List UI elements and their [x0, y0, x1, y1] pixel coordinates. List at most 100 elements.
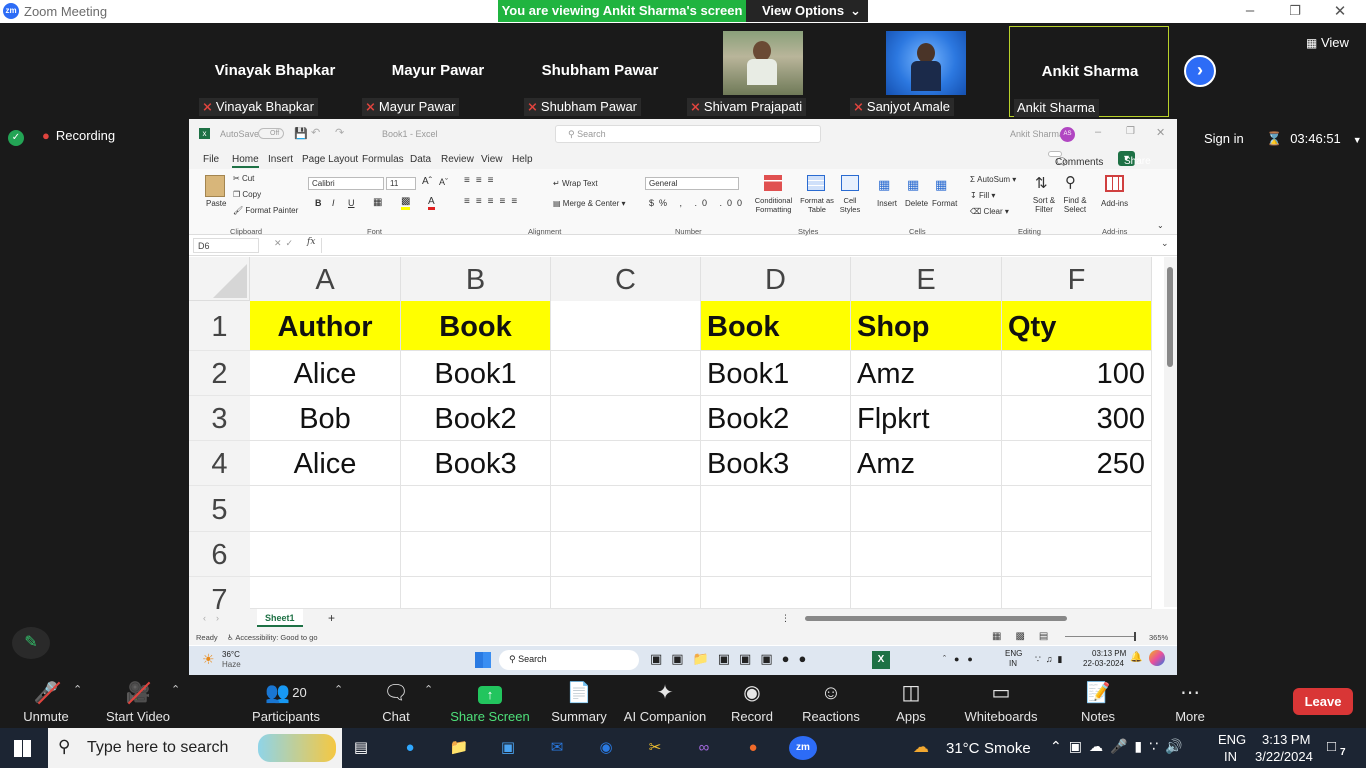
- tab-view[interactable]: View: [481, 154, 503, 165]
- meeting-timer[interactable]: ⌛ 03:46:51 ▼: [1266, 131, 1362, 147]
- cell-b4[interactable]: Book3: [401, 441, 551, 486]
- cell-e4[interactable]: Amz: [851, 441, 1002, 486]
- conditional-formatting-label[interactable]: Conditional Formatting: [751, 196, 796, 214]
- share-button[interactable]: Share ▾: [1118, 151, 1151, 167]
- whiteboards-button[interactable]: ▭ Whiteboards: [962, 681, 1040, 724]
- cell-a1[interactable]: Author: [250, 301, 401, 351]
- tab-data[interactable]: Data: [410, 154, 431, 165]
- cell-empty[interactable]: [401, 486, 551, 532]
- view-options-button[interactable]: View Options ⌄: [746, 0, 868, 22]
- cell-empty[interactable]: [701, 577, 851, 609]
- task-view-icon[interactable]: ▤: [348, 736, 374, 760]
- cell-empty[interactable]: [1002, 486, 1152, 532]
- column-header-d[interactable]: D: [701, 257, 851, 301]
- taskbar-region[interactable]: IN: [1224, 749, 1237, 764]
- unmute-button[interactable]: 🎤 Unmute: [12, 681, 80, 724]
- cell-empty[interactable]: [401, 532, 551, 577]
- cell-empty[interactable]: [701, 486, 851, 532]
- ai-companion-button[interactable]: ✦ AI Companion: [622, 681, 708, 724]
- redo-icon[interactable]: ↷: [335, 126, 344, 139]
- tab-page-layout[interactable]: Page Layout: [302, 154, 358, 165]
- visual-studio-icon[interactable]: ∞: [691, 736, 717, 760]
- view-mode-icons[interactable]: ▦▩▤: [992, 631, 1062, 642]
- remote-taskbar-apps[interactable]: ▣▣📁▣▣▣●●: [650, 651, 815, 667]
- fill-button[interactable]: ↧ Fill ▾: [970, 191, 995, 200]
- zoom-level[interactable]: 365%: [1149, 633, 1168, 642]
- autosave-toggle[interactable]: Off: [258, 128, 284, 139]
- close-icon[interactable]: ✕: [1330, 2, 1350, 20]
- tab-help[interactable]: Help: [512, 154, 533, 165]
- formula-input[interactable]: [321, 238, 1157, 253]
- sheet-tab-sheet1[interactable]: Sheet1: [257, 609, 303, 627]
- tab-review[interactable]: Review: [441, 154, 474, 165]
- insert-cells-label[interactable]: Insert: [877, 199, 897, 208]
- cell-a2[interactable]: Alice: [250, 351, 401, 396]
- font-name-select[interactable]: Calibri: [308, 177, 384, 190]
- tab-split-handle-icon[interactable]: ⋮: [781, 613, 790, 624]
- zoom-app-icon[interactable]: zm: [789, 736, 817, 760]
- mail-icon[interactable]: ✉: [544, 736, 570, 760]
- participant-tile[interactable]: Mayur Pawar ⨯ Mayur Pawar: [358, 26, 518, 117]
- recording-indicator[interactable]: ✓ ● Recording: [8, 128, 115, 146]
- select-all-corner[interactable]: [189, 257, 250, 301]
- zoom-slider-thumb[interactable]: [1134, 632, 1136, 641]
- restore-icon[interactable]: ❐: [1126, 126, 1135, 137]
- cell-c3[interactable]: [551, 396, 701, 441]
- taskbar-weather-temp[interactable]: 31°C: [946, 740, 980, 757]
- font-grow-icon[interactable]: Aˆ: [422, 176, 432, 187]
- remote-region[interactable]: IN: [1009, 659, 1017, 668]
- system-tray-icons[interactable]: ⌃▣☁🎤▮∵🔊: [1050, 738, 1189, 755]
- cell-f4[interactable]: 250: [1002, 441, 1152, 486]
- format-as-table-label[interactable]: Format as Table: [797, 196, 837, 214]
- bell-icon[interactable]: 🔔: [1130, 652, 1142, 663]
- leave-button[interactable]: Leave: [1293, 688, 1353, 715]
- avatar[interactable]: AS: [1060, 127, 1075, 142]
- font-color-icon[interactable]: A: [428, 196, 435, 210]
- summary-button[interactable]: 📄 Summary: [546, 681, 612, 724]
- audio-options-icon[interactable]: ⌃: [73, 683, 82, 696]
- horizontal-scrollbar[interactable]: [799, 615, 1157, 623]
- format-painter-button[interactable]: 🖌 Format Painter: [233, 206, 298, 215]
- horizontal-align-icons[interactable]: ≡≡≡≡≡: [464, 196, 523, 207]
- zoom-slider[interactable]: [1065, 636, 1135, 637]
- find-select-label[interactable]: Find & Select: [1059, 196, 1091, 214]
- notes-button[interactable]: 📝 Notes: [1074, 681, 1122, 724]
- accessibility-status[interactable]: ♿ Accessibility: Good to go: [227, 633, 318, 642]
- font-size-select[interactable]: 11: [386, 177, 416, 190]
- format-cells-label[interactable]: Format: [932, 199, 957, 208]
- cell-styles-label[interactable]: Cell Styles: [835, 196, 865, 214]
- column-header-c[interactable]: C: [551, 257, 701, 301]
- view-button[interactable]: ▦ View: [1306, 35, 1349, 50]
- remote-time[interactable]: 03:13 PM: [1092, 649, 1126, 658]
- undo-icon[interactable]: ↶: [311, 126, 320, 139]
- cut-button[interactable]: ✂ Cut: [233, 174, 254, 183]
- cell-f1[interactable]: Qty: [1002, 301, 1152, 351]
- add-sheet-icon[interactable]: +: [328, 611, 335, 625]
- taskbar-weather-desc[interactable]: Smoke: [984, 740, 1031, 757]
- autosum-button[interactable]: Σ AutoSum ▾: [970, 175, 1016, 184]
- shared-screen[interactable]: x AutoSave Off 💾 ↶ ↷ Book1 - Excel ⚲ Sea…: [189, 119, 1177, 675]
- more-button[interactable]: ⋯ More: [1166, 681, 1214, 724]
- taskbar-time[interactable]: 3:13 PM: [1262, 732, 1310, 747]
- underline-icon[interactable]: U: [348, 198, 355, 208]
- reactions-button[interactable]: ☺ Reactions: [798, 681, 864, 724]
- h-scroll-thumb[interactable]: [805, 616, 1067, 621]
- borders-icon[interactable]: ▦: [373, 197, 382, 208]
- annotate-pen-button[interactable]: ✎: [12, 627, 50, 659]
- cell-empty[interactable]: [851, 577, 1002, 609]
- sort-filter-icon[interactable]: ⇅: [1035, 174, 1048, 192]
- row-header-2[interactable]: 2: [189, 351, 250, 396]
- share-screen-button[interactable]: ↑ Share Screen: [450, 681, 530, 724]
- delete-cells-label[interactable]: Delete: [905, 199, 928, 208]
- cell-empty[interactable]: [1002, 577, 1152, 609]
- cell-styles-icon[interactable]: [841, 175, 859, 191]
- cell-f2[interactable]: 100: [1002, 351, 1152, 396]
- vertical-scrollbar[interactable]: [1164, 257, 1177, 607]
- spreadsheet-grid[interactable]: A B C D E F 1 2 3 4 5 6 7 Author Book Bo…: [189, 257, 1177, 622]
- cell-b3[interactable]: Book2: [401, 396, 551, 441]
- taskbar-lang[interactable]: ENG: [1218, 732, 1246, 747]
- format-cells-icon[interactable]: ▦: [935, 177, 947, 193]
- cell-e2[interactable]: Amz: [851, 351, 1002, 396]
- cell-a3[interactable]: Bob: [250, 396, 401, 441]
- excel-taskbar-icon[interactable]: X: [872, 651, 890, 669]
